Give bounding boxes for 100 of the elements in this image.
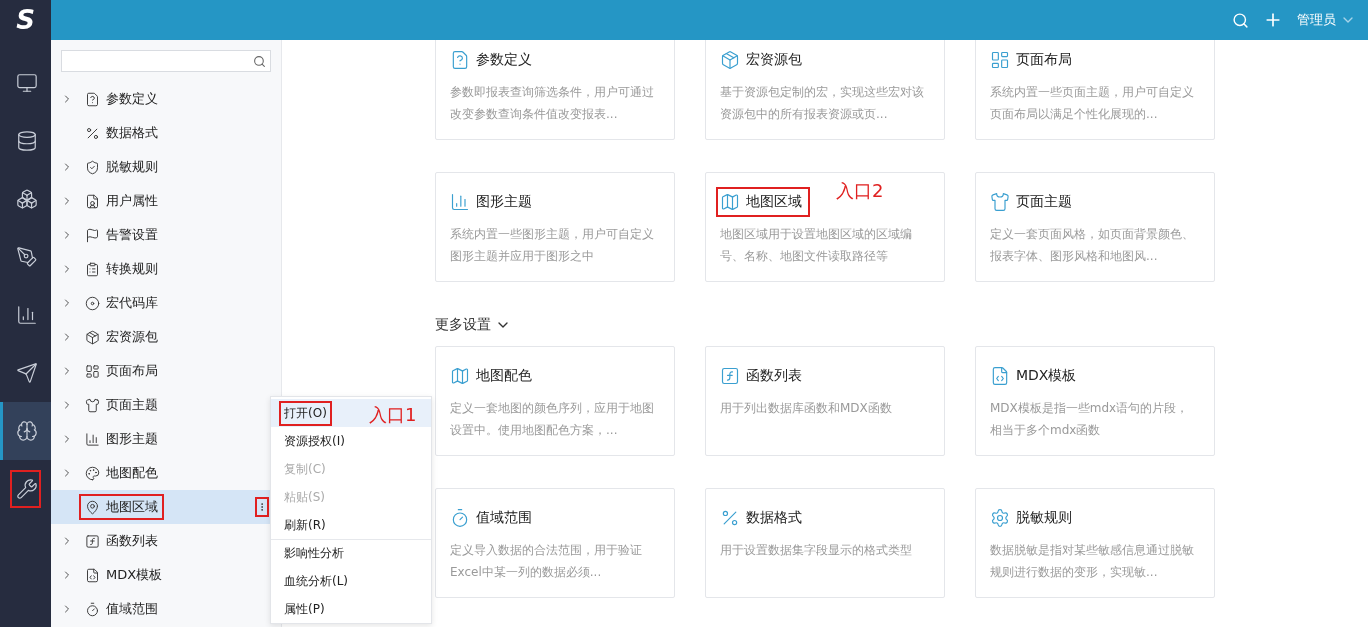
card-title[interactable]: 函数列表	[716, 361, 810, 391]
tree-label: MDX模板	[79, 562, 169, 588]
tree-label: 页面主题	[79, 392, 164, 418]
code-file-icon	[85, 567, 100, 583]
card-description: 用于列出数据库函数和MDX函数	[720, 400, 893, 417]
search-icon	[253, 54, 266, 68]
tree-label: 脱敏规则	[79, 154, 164, 180]
user-file-icon	[85, 193, 100, 209]
clipboard-icon	[85, 261, 100, 277]
card-description: 用于设置数据集字段显示的格式类型	[720, 542, 913, 559]
tree-label: 用户属性	[79, 188, 164, 214]
tree-label: 地图配色	[79, 460, 164, 486]
map-pin-icon	[85, 499, 100, 515]
tree-label: 参数定义	[79, 86, 164, 112]
feature-card[interactable]: 脱敏规则 数据脱敏是指对某些敏感信息通过脱敏规则进行数据的变形，实现敏...	[975, 488, 1215, 598]
tree-label: 宏资源包	[79, 324, 164, 350]
card-description: MDX模板是指一些mdx语句的片段，相当于多个mdx函数	[990, 400, 1190, 439]
tree-item[interactable]: 页面布局	[51, 354, 281, 388]
percent-icon	[720, 508, 740, 528]
timer-icon	[85, 601, 100, 617]
card-title[interactable]: 值域范围	[446, 503, 540, 533]
card-description: 地图区域用于设置地图区域的区域编号、名称、地图文件读取路径等	[720, 226, 913, 265]
annotation-label: 入口2	[836, 179, 884, 203]
map-icon	[450, 366, 470, 386]
tree-item[interactable]: 转换规则	[51, 252, 281, 286]
feature-card[interactable]: 地图区域 入口2 地图区域用于设置地图区域的区域编号、名称、地图文件读取路径等	[705, 172, 945, 282]
map-icon	[720, 192, 740, 212]
feature-card[interactable]: 图形主题 系统内置一些图形主题，用户可自定义图形主题并应用于图形之中	[435, 172, 675, 282]
shirt-icon	[990, 192, 1010, 212]
menu-item[interactable]: 刷新(R)	[271, 511, 431, 539]
card-title[interactable]: 页面主题	[986, 187, 1080, 217]
tree-label: 页面布局	[79, 358, 164, 384]
percent-icon	[85, 125, 100, 141]
tree-item[interactable]: 用户属性	[51, 184, 281, 218]
monitor-icon	[16, 72, 38, 94]
timer-icon	[450, 508, 470, 528]
card-title[interactable]: 参数定义	[446, 45, 540, 75]
function-icon	[720, 366, 740, 386]
wrench-icon	[16, 478, 38, 500]
brain-icon	[16, 420, 38, 442]
layout-icon	[85, 363, 100, 379]
feature-card[interactable]: 值域范围 定义导入数据的合法范围，用于验证Excel中某一列的数据必须...	[435, 488, 675, 598]
tree-item[interactable]: 数据格式	[51, 116, 281, 150]
feature-card[interactable]: 页面布局 系统内置一些页面主题，用户可自定义页面布局以满足个性化展现的...	[975, 40, 1215, 140]
card-description: 定义导入数据的合法范围，用于验证Excel中某一列的数据必须...	[450, 542, 643, 581]
package-icon	[85, 329, 100, 345]
tree-item[interactable]: 宏资源包	[51, 320, 281, 354]
card-title[interactable]: MDX模板	[986, 361, 1085, 391]
card-description: 定义一套地图的颜色序列，应用于地图设置中。使用地图配色方案，...	[450, 400, 655, 439]
chart-icon	[450, 192, 470, 212]
gear-icon	[990, 508, 1010, 528]
card-description: 定义一套页面风格，如页面背景颜色、报表字体、图形风格和地图风...	[990, 226, 1195, 265]
card-description: 数据脱敏是指对某些敏感信息通过脱敏规则进行数据的变形，实现敏...	[990, 542, 1195, 581]
menu-item[interactable]: 资源授权(I)	[271, 427, 431, 455]
flag-icon	[85, 227, 100, 243]
more-settings-toggle[interactable]: 更多设置	[435, 316, 511, 334]
menu-item[interactable]: 血统分析(L)	[271, 567, 431, 595]
send-icon	[16, 362, 38, 384]
chart-icon	[85, 431, 100, 447]
tree-item[interactable]: 宏代码库	[51, 286, 281, 320]
card-title[interactable]: 图形主题	[446, 187, 540, 217]
feature-card[interactable]: 参数定义 参数即报表查询筛选条件，用户可通过改变参数查询条件值改变报表...	[435, 40, 675, 140]
feature-card[interactable]: 地图配色 定义一套地图的颜色序列，应用于地图设置中。使用地图配色方案，...	[435, 346, 675, 456]
tree-label: 地图区域	[79, 494, 164, 520]
function-icon	[85, 533, 100, 549]
tree-item[interactable]: 参数定义	[51, 82, 281, 116]
card-title[interactable]: 地图配色	[446, 361, 540, 391]
card-description: 系统内置一些图形主题，用户可自定义图形主题并应用于图形之中	[450, 226, 655, 265]
form-icon	[85, 91, 100, 107]
card-description: 系统内置一些页面主题，用户可自定义页面布局以满足个性化展现的...	[990, 84, 1195, 123]
feature-card[interactable]: 数据格式 用于设置数据集字段显示的格式类型	[705, 488, 945, 598]
feature-card[interactable]: 宏资源包 基于资源包定制的宏，实现这些宏对该资源包中的所有报表资源或页...	[705, 40, 945, 140]
tree-label: 宏代码库	[79, 290, 164, 316]
tree-label: 数据格式	[79, 120, 164, 146]
card-title[interactable]: 宏资源包	[716, 45, 810, 75]
search-field[interactable]	[61, 50, 271, 72]
card-title[interactable]: 数据格式	[716, 503, 810, 533]
shirt-icon	[85, 397, 100, 413]
bar-chart-icon	[16, 304, 38, 326]
feature-card[interactable]: 函数列表 用于列出数据库函数和MDX函数	[705, 346, 945, 456]
logo[interactable]: S	[0, 0, 51, 40]
search-icon[interactable]	[1232, 11, 1249, 29]
card-title[interactable]: 页面布局	[986, 45, 1080, 75]
tree-item[interactable]: 脱敏规则	[51, 150, 281, 184]
tree-item[interactable]: 告警设置	[51, 218, 281, 252]
card-title[interactable]: 脱敏规则	[986, 503, 1080, 533]
tree-label: 图形主题	[79, 426, 164, 452]
code-file-icon	[990, 366, 1010, 386]
menu-item[interactable]: 影响性分析	[271, 539, 431, 567]
feature-card[interactable]: 页面主题 定义一套页面风格，如页面背景颜色、报表字体、图形风格和地图风...	[975, 172, 1215, 282]
database-icon	[16, 130, 38, 152]
form-icon	[450, 50, 470, 70]
feature-card[interactable]: MDX模板 MDX模板是指一些mdx语句的片段，相当于多个mdx函数	[975, 346, 1215, 456]
tree-label: 函数列表	[79, 528, 164, 554]
card-title[interactable]: 地图区域	[716, 187, 810, 217]
more-button[interactable]	[255, 497, 269, 517]
boxes-icon	[16, 188, 38, 210]
shield-icon	[85, 159, 100, 175]
menu-item[interactable]: 属性(P)	[271, 595, 431, 623]
tree-label: 告警设置	[79, 222, 164, 248]
